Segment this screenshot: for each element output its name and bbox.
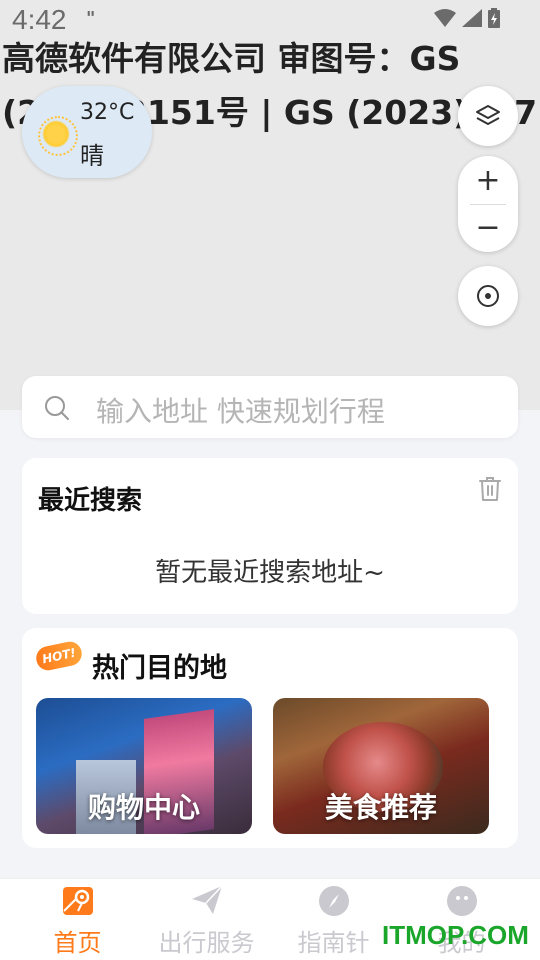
- map-view[interactable]: 4:42 " 高德软件有限公司 审图号：GS (2023)2151号 | GS …: [0, 0, 540, 410]
- hot-destinations-title: 热门目的地: [92, 653, 227, 684]
- notification-icon: ": [86, 8, 96, 29]
- tab-travel-services[interactable]: 出行服务: [139, 879, 274, 960]
- tab-compass[interactable]: 指南针: [266, 879, 401, 960]
- signal-icon: [462, 9, 482, 27]
- compass-icon: [318, 886, 349, 916]
- locate-icon: [477, 285, 499, 307]
- tab-home[interactable]: 首页: [10, 879, 145, 960]
- tab-label: 指南针: [297, 929, 370, 957]
- layers-icon: [476, 105, 500, 125]
- copyright-line-1: 高德软件有限公司 审图号：GS: [2, 39, 461, 78]
- search-bar[interactable]: 输入地址 快速规划行程: [22, 376, 518, 438]
- search-icon: [45, 396, 69, 420]
- weather-description: 晴: [80, 142, 104, 170]
- recent-search-title: 最近搜索: [38, 486, 143, 516]
- sun-icon: [38, 116, 78, 156]
- watermark-text: ITMOP.COM: [382, 920, 529, 950]
- search-placeholder: 输入地址 快速规划行程: [96, 395, 385, 428]
- weather-widget[interactable]: 32°C 晴: [22, 86, 152, 178]
- zoom-controls: + −: [458, 156, 518, 252]
- tab-label: 首页: [53, 929, 102, 957]
- map-pin-icon: [62, 887, 93, 915]
- status-bar: 4:42 ": [0, 0, 540, 36]
- weather-temperature: 32°C: [80, 100, 135, 125]
- zoom-in-button[interactable]: +: [458, 158, 518, 204]
- destination-food[interactable]: 美食推荐: [273, 698, 489, 834]
- destination-label: 购物中心: [87, 791, 200, 824]
- hot-badge-icon: HOT!: [34, 639, 84, 673]
- profile-icon: [446, 886, 477, 916]
- paper-plane-icon: [191, 885, 223, 914]
- recent-search-card: 最近搜索 暂无最近搜索地址~: [22, 458, 518, 614]
- wifi-icon: [434, 9, 456, 27]
- zoom-out-button[interactable]: −: [458, 205, 518, 251]
- destination-shopping-mall[interactable]: 购物中心: [36, 698, 252, 834]
- trash-icon[interactable]: [478, 476, 502, 502]
- tab-label: 出行服务: [158, 929, 255, 957]
- locate-button[interactable]: [458, 266, 518, 326]
- layers-button[interactable]: [458, 86, 518, 146]
- status-icons: [434, 8, 500, 28]
- destination-label: 美食推荐: [324, 791, 437, 824]
- battery-icon: [488, 8, 500, 28]
- recent-empty-text: 暂无最近搜索地址~: [155, 558, 385, 588]
- hot-destinations-card: HOT! 热门目的地 购物中心 美食推荐: [22, 628, 518, 848]
